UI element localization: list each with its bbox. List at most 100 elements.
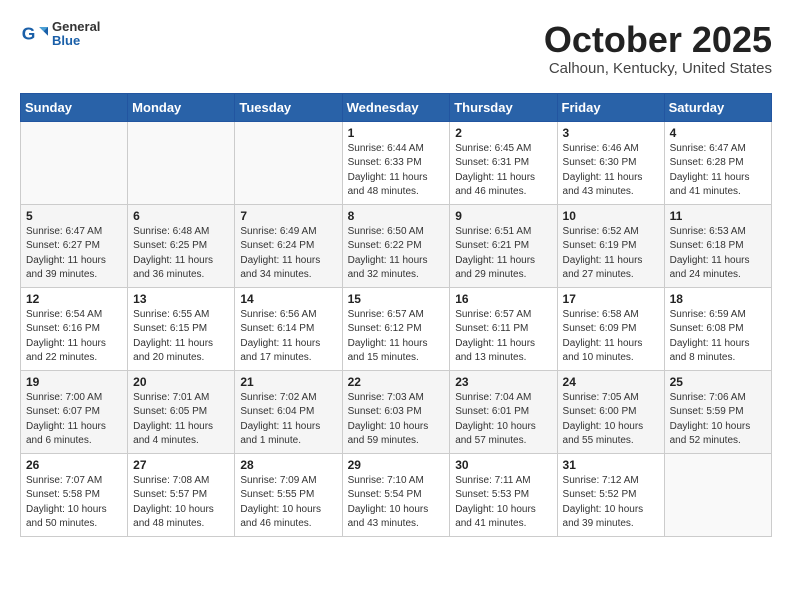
calendar-cell: 24 Sunrise: 7:05 AM Sunset: 6:00 PM Dayli… xyxy=(557,370,664,453)
calendar-cell: 16Sunrise: 6:57 AM Sunset: 6:11 PM Dayli… xyxy=(450,287,557,370)
day-number: 7 xyxy=(240,209,336,223)
calendar-cell: 15 Sunrise: 6:57 AM Sunset: 6:12 PM Dayli… xyxy=(342,287,450,370)
calendar-cell: 17Sunrise: 6:58 AM Sunset: 6:09 PM Dayli… xyxy=(557,287,664,370)
weekday-header-sunday: Sunday xyxy=(21,93,128,121)
calendar-cell: 2 Sunrise: 6:45 AM Sunset: 6:31 PM Daylig… xyxy=(450,121,557,204)
day-info: Sunrise: 7:01 AM Sunset: 6:05 PM Dayligh… xyxy=(133,391,229,449)
day-number: 5 xyxy=(26,209,122,223)
weekday-header-saturday: Saturday xyxy=(664,93,771,121)
calendar-cell xyxy=(128,121,235,204)
calendar-cell: 20Sunrise: 7:01 AM Sunset: 6:05 PM Dayli… xyxy=(128,370,235,453)
day-number: 15 xyxy=(348,292,445,306)
weekday-header-thursday: Thursday xyxy=(450,93,557,121)
calendar-cell: 30 Sunrise: 7:11 AM Sunset: 5:53 PM Dayli… xyxy=(450,453,557,536)
day-info: Sunrise: 6:53 AM Sunset: 6:18 PM Dayligh… xyxy=(670,225,766,283)
day-number: 26 xyxy=(26,458,122,472)
day-info: Sunrise: 6:52 AM Sunset: 6:19 PM Dayligh… xyxy=(563,225,659,283)
calendar-cell xyxy=(21,121,128,204)
logo-icon: G xyxy=(20,20,48,48)
day-number: 23 xyxy=(455,375,551,389)
calendar-cell: 7 Sunrise: 6:49 AM Sunset: 6:24 PM Daylig… xyxy=(235,204,342,287)
day-info: Sunrise: 6:47 AM Sunset: 6:27 PM Dayligh… xyxy=(26,225,122,283)
day-info: Sunrise: 7:06 AM Sunset: 5:59 PM Dayligh… xyxy=(670,391,766,449)
day-number: 18 xyxy=(670,292,766,306)
day-info: Sunrise: 6:56 AM Sunset: 6:14 PM Dayligh… xyxy=(240,308,336,366)
calendar-cell: 13Sunrise: 6:55 AM Sunset: 6:15 PM Dayli… xyxy=(128,287,235,370)
calendar-cell: 4Sunrise: 6:47 AM Sunset: 6:28 PM Daylig… xyxy=(664,121,771,204)
weekday-header-wednesday: Wednesday xyxy=(342,93,450,121)
calendar-cell: 31Sunrise: 7:12 AM Sunset: 5:52 PM Dayli… xyxy=(557,453,664,536)
day-info: Sunrise: 7:09 AM Sunset: 5:55 PM Dayligh… xyxy=(240,474,336,532)
calendar-cell: 11 Sunrise: 6:53 AM Sunset: 6:18 PM Dayli… xyxy=(664,204,771,287)
day-number: 30 xyxy=(455,458,551,472)
calendar-cell: 23 Sunrise: 7:04 AM Sunset: 6:01 PM Dayli… xyxy=(450,370,557,453)
day-number: 11 xyxy=(670,209,766,223)
day-info: Sunrise: 7:05 AM Sunset: 6:00 PM Dayligh… xyxy=(563,391,659,449)
day-info: Sunrise: 6:45 AM Sunset: 6:31 PM Dayligh… xyxy=(455,142,551,200)
calendar-week-row: 12 Sunrise: 6:54 AM Sunset: 6:16 PM Dayli… xyxy=(21,287,772,370)
day-number: 29 xyxy=(348,458,445,472)
day-number: 16 xyxy=(455,292,551,306)
day-info: Sunrise: 7:11 AM Sunset: 5:53 PM Dayligh… xyxy=(455,474,551,532)
day-number: 27 xyxy=(133,458,229,472)
day-info: Sunrise: 7:04 AM Sunset: 6:01 PM Dayligh… xyxy=(455,391,551,449)
day-info: Sunrise: 7:00 AM Sunset: 6:07 PM Dayligh… xyxy=(26,391,122,449)
calendar-cell: 21 Sunrise: 7:02 AM Sunset: 6:04 PM Dayli… xyxy=(235,370,342,453)
day-number: 21 xyxy=(240,375,336,389)
calendar-cell: 10 Sunrise: 6:52 AM Sunset: 6:19 PM Dayli… xyxy=(557,204,664,287)
day-number: 28 xyxy=(240,458,336,472)
day-number: 1 xyxy=(348,126,445,140)
calendar-cell: 14 Sunrise: 6:56 AM Sunset: 6:14 PM Dayli… xyxy=(235,287,342,370)
calendar-cell: 5 Sunrise: 6:47 AM Sunset: 6:27 PM Daylig… xyxy=(21,204,128,287)
day-number: 24 xyxy=(563,375,659,389)
day-info: Sunrise: 6:49 AM Sunset: 6:24 PM Dayligh… xyxy=(240,225,336,283)
title-block: October 2025 Calhoun, Kentucky, United S… xyxy=(544,20,772,77)
calendar-cell xyxy=(235,121,342,204)
day-number: 10 xyxy=(563,209,659,223)
logo-text: General Blue xyxy=(52,20,100,49)
day-number: 17 xyxy=(563,292,659,306)
day-info: Sunrise: 6:54 AM Sunset: 6:16 PM Dayligh… xyxy=(26,308,122,366)
day-info: Sunrise: 7:07 AM Sunset: 5:58 PM Dayligh… xyxy=(26,474,122,532)
day-number: 9 xyxy=(455,209,551,223)
weekday-header-tuesday: Tuesday xyxy=(235,93,342,121)
day-number: 31 xyxy=(563,458,659,472)
day-info: Sunrise: 6:50 AM Sunset: 6:22 PM Dayligh… xyxy=(348,225,445,283)
calendar-cell: 12 Sunrise: 6:54 AM Sunset: 6:16 PM Dayli… xyxy=(21,287,128,370)
calendar-week-row: 26 Sunrise: 7:07 AM Sunset: 5:58 PM Dayli… xyxy=(21,453,772,536)
day-info: Sunrise: 6:51 AM Sunset: 6:21 PM Dayligh… xyxy=(455,225,551,283)
calendar-cell: 19 Sunrise: 7:00 AM Sunset: 6:07 PM Dayli… xyxy=(21,370,128,453)
calendar-cell xyxy=(664,453,771,536)
day-number: 14 xyxy=(240,292,336,306)
day-number: 8 xyxy=(348,209,445,223)
logo-blue: Blue xyxy=(52,34,100,48)
calendar-cell: 25Sunrise: 7:06 AM Sunset: 5:59 PM Dayli… xyxy=(664,370,771,453)
day-number: 22 xyxy=(348,375,445,389)
calendar-cell: 27 Sunrise: 7:08 AM Sunset: 5:57 PM Dayli… xyxy=(128,453,235,536)
day-number: 12 xyxy=(26,292,122,306)
day-info: Sunrise: 6:48 AM Sunset: 6:25 PM Dayligh… xyxy=(133,225,229,283)
calendar-cell: 29 Sunrise: 7:10 AM Sunset: 5:54 PM Dayli… xyxy=(342,453,450,536)
day-info: Sunrise: 7:08 AM Sunset: 5:57 PM Dayligh… xyxy=(133,474,229,532)
day-number: 6 xyxy=(133,209,229,223)
month-title: October 2025 xyxy=(544,20,772,60)
day-info: Sunrise: 7:02 AM Sunset: 6:04 PM Dayligh… xyxy=(240,391,336,449)
day-number: 3 xyxy=(563,126,659,140)
page-header: G General Blue October 2025 Calhoun, Ken… xyxy=(20,20,772,77)
calendar-cell: 28 Sunrise: 7:09 AM Sunset: 5:55 PM Dayli… xyxy=(235,453,342,536)
day-info: Sunrise: 6:57 AM Sunset: 6:12 PM Dayligh… xyxy=(348,308,445,366)
calendar-cell: 6 Sunrise: 6:48 AM Sunset: 6:25 PM Daylig… xyxy=(128,204,235,287)
day-number: 2 xyxy=(455,126,551,140)
calendar-cell: 18Sunrise: 6:59 AM Sunset: 6:08 PM Dayli… xyxy=(664,287,771,370)
weekday-header-monday: Monday xyxy=(128,93,235,121)
calendar-cell: 26 Sunrise: 7:07 AM Sunset: 5:58 PM Dayli… xyxy=(21,453,128,536)
calendar-week-row: 19 Sunrise: 7:00 AM Sunset: 6:07 PM Dayli… xyxy=(21,370,772,453)
day-number: 19 xyxy=(26,375,122,389)
day-number: 13 xyxy=(133,292,229,306)
weekday-header-row: SundayMondayTuesdayWednesdayThursdayFrid… xyxy=(21,93,772,121)
day-info: Sunrise: 7:10 AM Sunset: 5:54 PM Dayligh… xyxy=(348,474,445,532)
calendar-cell: 22 Sunrise: 7:03 AM Sunset: 6:03 PM Dayli… xyxy=(342,370,450,453)
day-info: Sunrise: 6:46 AM Sunset: 6:30 PM Dayligh… xyxy=(563,142,659,200)
day-info: Sunrise: 7:03 AM Sunset: 6:03 PM Dayligh… xyxy=(348,391,445,449)
location-subtitle: Calhoun, Kentucky, United States xyxy=(544,60,772,77)
